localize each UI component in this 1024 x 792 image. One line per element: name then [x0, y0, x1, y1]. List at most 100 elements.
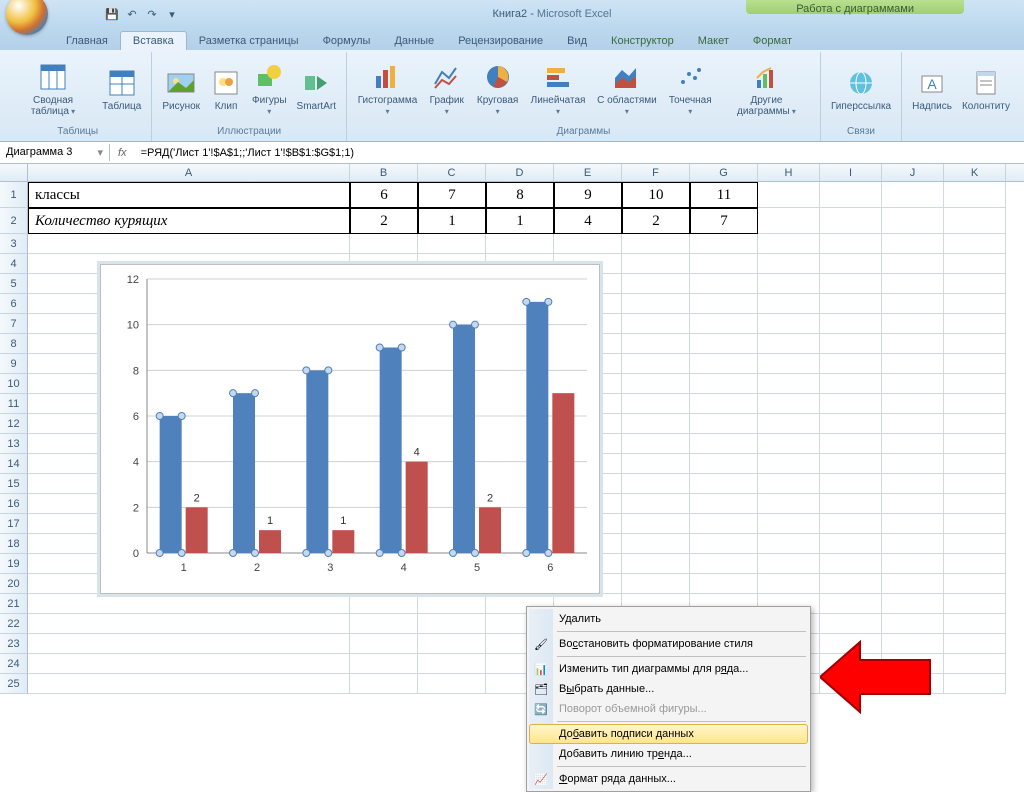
cell-G6[interactable]	[690, 294, 758, 314]
cell-I22[interactable]	[820, 614, 882, 634]
cell-J2[interactable]	[882, 208, 944, 234]
row-header-1[interactable]: 1	[0, 182, 28, 208]
col-A[interactable]: A	[28, 164, 350, 181]
cell-I3[interactable]	[820, 234, 882, 254]
cell-G13[interactable]	[690, 434, 758, 454]
scatter-chart-button[interactable]: Точечная	[664, 59, 718, 119]
cell-E2[interactable]: 4	[554, 208, 622, 234]
header-footer-button[interactable]: Колонтиту	[958, 65, 1014, 114]
column-chart-button[interactable]: Гистограмма	[353, 59, 422, 119]
cell-H9[interactable]	[758, 354, 820, 374]
cell-K25[interactable]	[944, 674, 1006, 694]
cell-H6[interactable]	[758, 294, 820, 314]
tab-layout[interactable]: Макет	[686, 32, 741, 50]
col-D[interactable]: D	[486, 164, 554, 181]
cell-G15[interactable]	[690, 474, 758, 494]
cell-G17[interactable]	[690, 514, 758, 534]
tab-view[interactable]: Вид	[555, 32, 599, 50]
cell-H4[interactable]	[758, 254, 820, 274]
cell-G10[interactable]	[690, 374, 758, 394]
cell-I1[interactable]	[820, 182, 882, 208]
cell-J20[interactable]	[882, 574, 944, 594]
cell-G19[interactable]	[690, 554, 758, 574]
cell-F19[interactable]	[622, 554, 690, 574]
cell-I10[interactable]	[820, 374, 882, 394]
cell-C23[interactable]	[418, 634, 486, 654]
col-J[interactable]: J	[882, 164, 944, 181]
cell-F10[interactable]	[622, 374, 690, 394]
col-F[interactable]: F	[622, 164, 690, 181]
cell-I6[interactable]	[820, 294, 882, 314]
cell-I21[interactable]	[820, 594, 882, 614]
cell-H12[interactable]	[758, 414, 820, 434]
cell-E3[interactable]	[554, 234, 622, 254]
cell-F9[interactable]	[622, 354, 690, 374]
cell-F7[interactable]	[622, 314, 690, 334]
cell-I19[interactable]	[820, 554, 882, 574]
row-header-25[interactable]: 25	[0, 674, 28, 694]
cell-K6[interactable]	[944, 294, 1006, 314]
bar-chart-button[interactable]: Линейчатая	[526, 59, 591, 119]
cell-K17[interactable]	[944, 514, 1006, 534]
cell-K19[interactable]	[944, 554, 1006, 574]
ctx-add-trendline[interactable]: Добавить линию тренда...	[529, 744, 808, 764]
cell-I12[interactable]	[820, 414, 882, 434]
cell-J16[interactable]	[882, 494, 944, 514]
cell-C25[interactable]	[418, 674, 486, 694]
col-G[interactable]: G	[690, 164, 758, 181]
row-header-4[interactable]: 4	[0, 254, 28, 274]
cell-C3[interactable]	[418, 234, 486, 254]
cell-F2[interactable]: 2	[622, 208, 690, 234]
row-header-6[interactable]: 6	[0, 294, 28, 314]
cell-G5[interactable]	[690, 274, 758, 294]
cell-A22[interactable]	[28, 614, 350, 634]
cell-J3[interactable]	[882, 234, 944, 254]
row-header-9[interactable]: 9	[0, 354, 28, 374]
row-header-17[interactable]: 17	[0, 514, 28, 534]
cell-F8[interactable]	[622, 334, 690, 354]
clip-button[interactable]: Клип	[206, 65, 246, 114]
cell-D1[interactable]: 8	[486, 182, 554, 208]
col-I[interactable]: I	[820, 164, 882, 181]
cell-B21[interactable]	[350, 594, 418, 614]
row-header-19[interactable]: 19	[0, 554, 28, 574]
col-H[interactable]: H	[758, 164, 820, 181]
cell-G9[interactable]	[690, 354, 758, 374]
cell-G4[interactable]	[690, 254, 758, 274]
cell-H16[interactable]	[758, 494, 820, 514]
row-header-20[interactable]: 20	[0, 574, 28, 594]
cell-A1[interactable]: классы	[28, 182, 350, 208]
cell-F12[interactable]	[622, 414, 690, 434]
cell-C24[interactable]	[418, 654, 486, 674]
cell-C22[interactable]	[418, 614, 486, 634]
cell-I14[interactable]	[820, 454, 882, 474]
col-C[interactable]: C	[418, 164, 486, 181]
cell-K7[interactable]	[944, 314, 1006, 334]
row-header-22[interactable]: 22	[0, 614, 28, 634]
cell-F3[interactable]	[622, 234, 690, 254]
cell-F13[interactable]	[622, 434, 690, 454]
cell-B2[interactable]: 2	[350, 208, 418, 234]
cell-K16[interactable]	[944, 494, 1006, 514]
cell-J6[interactable]	[882, 294, 944, 314]
ctx-select-data[interactable]: 🗂Выбрать данные...	[529, 679, 808, 699]
cell-F18[interactable]	[622, 534, 690, 554]
cell-H1[interactable]	[758, 182, 820, 208]
cell-K24[interactable]	[944, 654, 1006, 674]
tab-page-layout[interactable]: Разметка страницы	[187, 32, 311, 50]
ctx-format-series[interactable]: 📈Формат ряда данных...	[529, 769, 808, 789]
cell-B3[interactable]	[350, 234, 418, 254]
cell-I15[interactable]	[820, 474, 882, 494]
cell-I8[interactable]	[820, 334, 882, 354]
cell-K18[interactable]	[944, 534, 1006, 554]
cell-C1[interactable]: 7	[418, 182, 486, 208]
cell-G7[interactable]	[690, 314, 758, 334]
col-K[interactable]: K	[944, 164, 1006, 181]
cell-H14[interactable]	[758, 454, 820, 474]
cell-K4[interactable]	[944, 254, 1006, 274]
cell-J5[interactable]	[882, 274, 944, 294]
cell-H8[interactable]	[758, 334, 820, 354]
chart-object[interactable]: 02468101221121344256	[100, 264, 600, 594]
row-header-18[interactable]: 18	[0, 534, 28, 554]
cell-H2[interactable]	[758, 208, 820, 234]
